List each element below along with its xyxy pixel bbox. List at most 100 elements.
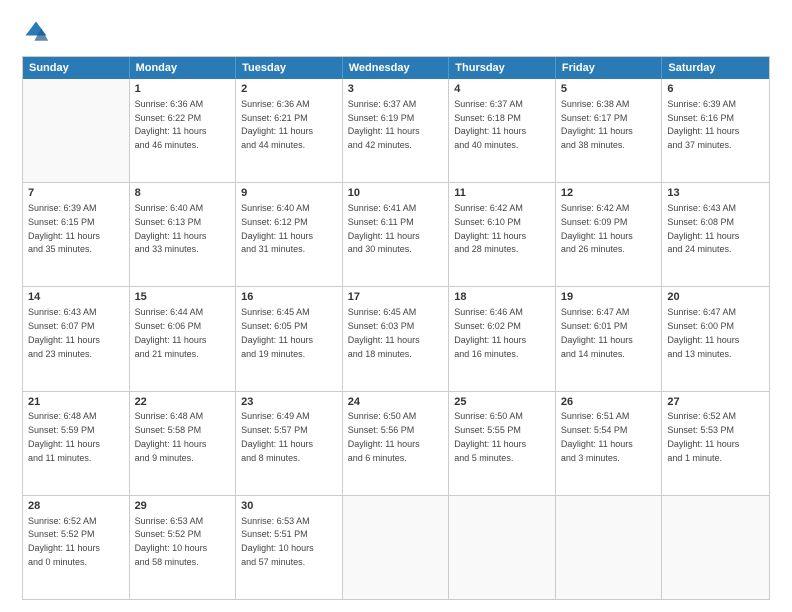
day-info: Sunrise: 6:42 AM Sunset: 6:09 PM Dayligh…	[561, 203, 633, 254]
day-info: Sunrise: 6:51 AM Sunset: 5:54 PM Dayligh…	[561, 411, 633, 462]
calendar-day-cell: 5 Sunrise: 6:38 AM Sunset: 6:17 PM Daylig…	[556, 79, 663, 182]
day-number: 28	[28, 499, 124, 514]
calendar-day-cell: 7Sunrise: 6:39 AM Sunset: 6:15 PM Daylig…	[23, 183, 130, 286]
calendar-empty-cell	[449, 496, 556, 599]
calendar-day-cell: 18Sunrise: 6:46 AM Sunset: 6:02 PM Dayli…	[449, 287, 556, 390]
day-info: Sunrise: 6:38 AM Sunset: 6:17 PM Dayligh…	[561, 99, 633, 150]
calendar-day-cell: 2 Sunrise: 6:36 AM Sunset: 6:21 PM Daylig…	[236, 79, 343, 182]
day-number: 2	[241, 82, 337, 97]
day-number: 23	[241, 395, 337, 410]
day-info: Sunrise: 6:48 AM Sunset: 5:59 PM Dayligh…	[28, 411, 100, 462]
day-number: 15	[135, 290, 231, 305]
calendar-day-cell: 19Sunrise: 6:47 AM Sunset: 6:01 PM Dayli…	[556, 287, 663, 390]
calendar-empty-cell	[556, 496, 663, 599]
header-day: Tuesday	[236, 57, 343, 79]
day-info: Sunrise: 6:52 AM Sunset: 5:53 PM Dayligh…	[667, 411, 739, 462]
calendar-day-cell: 28Sunrise: 6:52 AM Sunset: 5:52 PM Dayli…	[23, 496, 130, 599]
logo	[22, 18, 54, 46]
day-info: Sunrise: 6:50 AM Sunset: 5:56 PM Dayligh…	[348, 411, 420, 462]
day-info: Sunrise: 6:47 AM Sunset: 6:00 PM Dayligh…	[667, 307, 739, 358]
calendar-day-cell: 3 Sunrise: 6:37 AM Sunset: 6:19 PM Daylig…	[343, 79, 450, 182]
calendar-day-cell: 25Sunrise: 6:50 AM Sunset: 5:55 PM Dayli…	[449, 392, 556, 495]
day-number: 9	[241, 186, 337, 201]
day-info: Sunrise: 6:43 AM Sunset: 6:08 PM Dayligh…	[667, 203, 739, 254]
day-number: 7	[28, 186, 124, 201]
day-info: Sunrise: 6:36 AM Sunset: 6:21 PM Dayligh…	[241, 99, 313, 150]
calendar-day-cell: 9 Sunrise: 6:40 AM Sunset: 6:12 PM Daylig…	[236, 183, 343, 286]
calendar-day-cell: 26Sunrise: 6:51 AM Sunset: 5:54 PM Dayli…	[556, 392, 663, 495]
calendar-day-cell: 10 Sunrise: 6:41 AM Sunset: 6:11 PM Dayli…	[343, 183, 450, 286]
day-number: 16	[241, 290, 337, 305]
day-number: 12	[561, 186, 657, 201]
day-info: Sunrise: 6:49 AM Sunset: 5:57 PM Dayligh…	[241, 411, 313, 462]
day-number: 27	[667, 395, 764, 410]
day-number: 5	[561, 82, 657, 97]
calendar-day-cell: 13 Sunrise: 6:43 AM Sunset: 6:08 PM Dayli…	[662, 183, 769, 286]
header-day: Saturday	[662, 57, 769, 79]
day-number: 24	[348, 395, 444, 410]
day-number: 26	[561, 395, 657, 410]
header-day: Wednesday	[343, 57, 450, 79]
calendar-day-cell: 11 Sunrise: 6:42 AM Sunset: 6:10 PM Dayli…	[449, 183, 556, 286]
day-info: Sunrise: 6:41 AM Sunset: 6:11 PM Dayligh…	[348, 203, 420, 254]
day-number: 11	[454, 186, 550, 201]
day-info: Sunrise: 6:37 AM Sunset: 6:19 PM Dayligh…	[348, 99, 420, 150]
calendar-day-cell: 29Sunrise: 6:53 AM Sunset: 5:52 PM Dayli…	[130, 496, 237, 599]
calendar-week-row: 1Sunrise: 6:36 AM Sunset: 6:22 PM Daylig…	[23, 79, 769, 182]
day-info: Sunrise: 6:39 AM Sunset: 6:16 PM Dayligh…	[667, 99, 739, 150]
calendar-day-cell: 22Sunrise: 6:48 AM Sunset: 5:58 PM Dayli…	[130, 392, 237, 495]
calendar-day-cell: 30 Sunrise: 6:53 AM Sunset: 5:51 PM Dayli…	[236, 496, 343, 599]
day-info: Sunrise: 6:45 AM Sunset: 6:03 PM Dayligh…	[348, 307, 420, 358]
calendar-day-cell: 24Sunrise: 6:50 AM Sunset: 5:56 PM Dayli…	[343, 392, 450, 495]
day-number: 4	[454, 82, 550, 97]
header-day: Monday	[130, 57, 237, 79]
calendar-day-cell: 14 Sunrise: 6:43 AM Sunset: 6:07 PM Dayli…	[23, 287, 130, 390]
day-info: Sunrise: 6:42 AM Sunset: 6:10 PM Dayligh…	[454, 203, 526, 254]
calendar-day-cell: 8 Sunrise: 6:40 AM Sunset: 6:13 PM Daylig…	[130, 183, 237, 286]
header	[22, 18, 770, 46]
day-info: Sunrise: 6:40 AM Sunset: 6:13 PM Dayligh…	[135, 203, 207, 254]
calendar-week-row: 14 Sunrise: 6:43 AM Sunset: 6:07 PM Dayli…	[23, 286, 769, 390]
calendar-empty-cell	[23, 79, 130, 182]
calendar-day-cell: 4 Sunrise: 6:37 AM Sunset: 6:18 PM Daylig…	[449, 79, 556, 182]
day-info: Sunrise: 6:47 AM Sunset: 6:01 PM Dayligh…	[561, 307, 633, 358]
day-number: 14	[28, 290, 124, 305]
day-info: Sunrise: 6:36 AM Sunset: 6:22 PM Dayligh…	[135, 99, 207, 150]
day-number: 10	[348, 186, 444, 201]
day-number: 8	[135, 186, 231, 201]
calendar-day-cell: 12 Sunrise: 6:42 AM Sunset: 6:09 PM Dayli…	[556, 183, 663, 286]
logo-icon	[22, 18, 50, 46]
calendar-week-row: 7Sunrise: 6:39 AM Sunset: 6:15 PM Daylig…	[23, 182, 769, 286]
day-number: 29	[135, 499, 231, 514]
day-number: 6	[667, 82, 764, 97]
calendar-day-cell: 17 Sunrise: 6:45 AM Sunset: 6:03 PM Dayli…	[343, 287, 450, 390]
day-info: Sunrise: 6:50 AM Sunset: 5:55 PM Dayligh…	[454, 411, 526, 462]
calendar-day-cell: 23Sunrise: 6:49 AM Sunset: 5:57 PM Dayli…	[236, 392, 343, 495]
day-info: Sunrise: 6:40 AM Sunset: 6:12 PM Dayligh…	[241, 203, 313, 254]
calendar-day-cell: 6 Sunrise: 6:39 AM Sunset: 6:16 PM Daylig…	[662, 79, 769, 182]
calendar-day-cell: 21Sunrise: 6:48 AM Sunset: 5:59 PM Dayli…	[23, 392, 130, 495]
header-day: Friday	[556, 57, 663, 79]
day-number: 20	[667, 290, 764, 305]
header-day: Thursday	[449, 57, 556, 79]
calendar-body: 1Sunrise: 6:36 AM Sunset: 6:22 PM Daylig…	[23, 79, 769, 599]
calendar-empty-cell	[662, 496, 769, 599]
calendar-empty-cell	[343, 496, 450, 599]
day-info: Sunrise: 6:45 AM Sunset: 6:05 PM Dayligh…	[241, 307, 313, 358]
day-number: 30	[241, 499, 337, 514]
day-number: 17	[348, 290, 444, 305]
calendar-day-cell: 16 Sunrise: 6:45 AM Sunset: 6:05 PM Dayli…	[236, 287, 343, 390]
day-info: Sunrise: 6:43 AM Sunset: 6:07 PM Dayligh…	[28, 307, 100, 358]
day-info: Sunrise: 6:37 AM Sunset: 6:18 PM Dayligh…	[454, 99, 526, 150]
day-number: 22	[135, 395, 231, 410]
day-number: 3	[348, 82, 444, 97]
day-info: Sunrise: 6:53 AM Sunset: 5:51 PM Dayligh…	[241, 516, 314, 567]
calendar-week-row: 21Sunrise: 6:48 AM Sunset: 5:59 PM Dayli…	[23, 391, 769, 495]
calendar-header: SundayMondayTuesdayWednesdayThursdayFrid…	[23, 57, 769, 79]
calendar-day-cell: 27Sunrise: 6:52 AM Sunset: 5:53 PM Dayli…	[662, 392, 769, 495]
day-number: 13	[667, 186, 764, 201]
calendar-day-cell: 15Sunrise: 6:44 AM Sunset: 6:06 PM Dayli…	[130, 287, 237, 390]
day-info: Sunrise: 6:48 AM Sunset: 5:58 PM Dayligh…	[135, 411, 207, 462]
calendar-week-row: 28Sunrise: 6:52 AM Sunset: 5:52 PM Dayli…	[23, 495, 769, 599]
day-number: 25	[454, 395, 550, 410]
